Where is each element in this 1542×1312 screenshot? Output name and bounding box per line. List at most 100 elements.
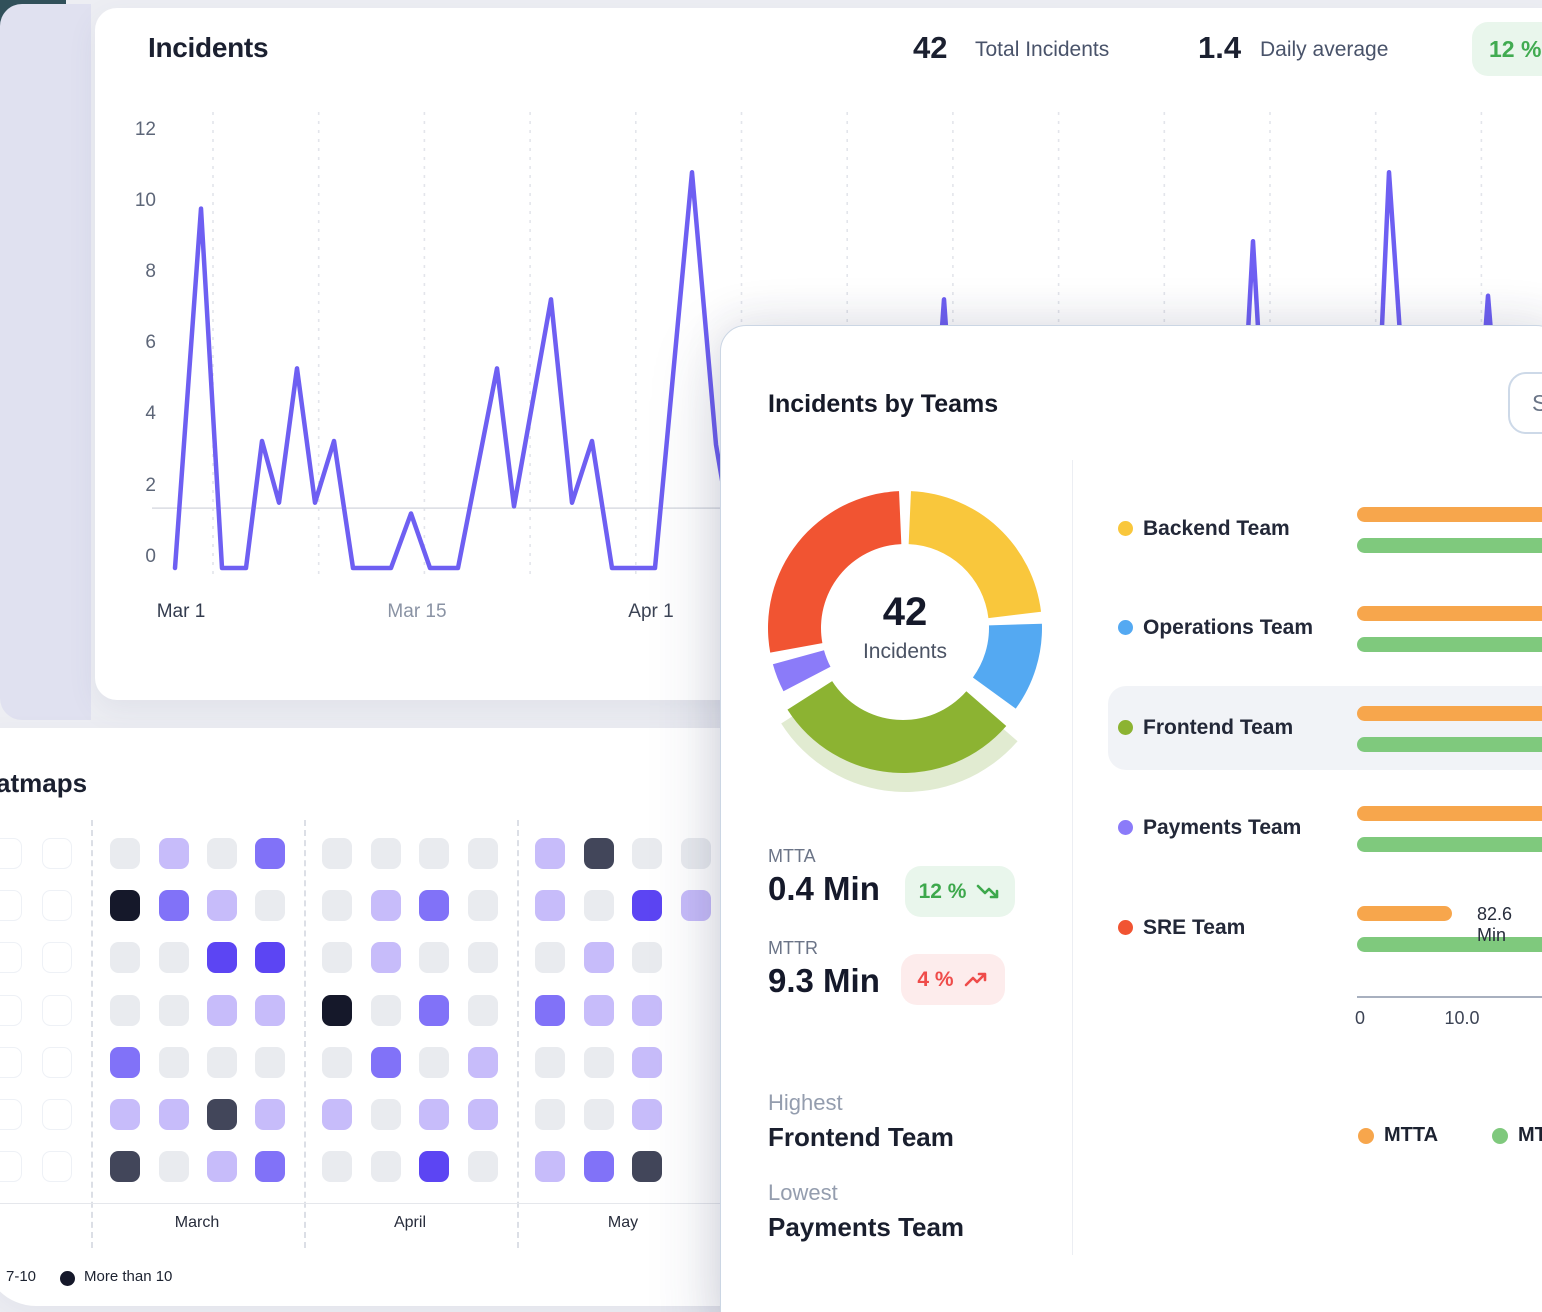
- mttr-bar: [1357, 837, 1542, 852]
- y-axis-tick: 10: [108, 190, 156, 212]
- heatmap-cell: [371, 838, 401, 869]
- heatmap-cell: [468, 942, 498, 973]
- heatmap-cell: [468, 890, 498, 921]
- daily-average-label: Daily average: [1260, 38, 1388, 62]
- total-incidents-label: Total Incidents: [975, 38, 1109, 62]
- mtta-value: 0.4 Min: [768, 870, 880, 908]
- heatmap-cell: [207, 1151, 237, 1182]
- heatmap-cell: [419, 838, 449, 869]
- team-row-frontend-team[interactable]: Frontend Team: [1143, 716, 1293, 740]
- mtta-trend-value: 12 %: [919, 880, 967, 904]
- heatmap-cell: [322, 942, 352, 973]
- incidents-title: Incidents: [148, 32, 268, 64]
- sort-button[interactable]: S: [1508, 372, 1542, 434]
- trend-badge: 12 %: [1472, 22, 1542, 76]
- highest-label: Highest: [768, 1090, 843, 1116]
- team-row-sre-team[interactable]: SRE Team: [1143, 916, 1245, 940]
- heatmap-cell: [110, 995, 140, 1026]
- mttr-value: 9.3 Min: [768, 962, 880, 1000]
- heatmap-cell: [322, 1099, 352, 1130]
- team-row-payments-team[interactable]: Payments Team: [1143, 816, 1301, 840]
- heatmap-cell: [535, 1047, 565, 1078]
- x-axis-tick: Mar 15: [357, 601, 477, 623]
- heatmap-cell: [584, 1047, 614, 1078]
- mtta-bar: [1357, 906, 1452, 921]
- heatmap-month-label: May: [553, 1214, 693, 1232]
- heatmap-cell: [42, 890, 72, 921]
- heatmap-cell: [419, 1047, 449, 1078]
- heatmap-cell: [322, 995, 352, 1026]
- heatmap-cell: [632, 1099, 662, 1130]
- heatmap-month-separator: [304, 820, 306, 1248]
- heatmap-cell: [419, 1099, 449, 1130]
- total-incidents-value: 42: [913, 30, 947, 66]
- heatmap-cell: [681, 838, 711, 869]
- team-dot: [1118, 620, 1133, 635]
- heatmap-cell: [0, 838, 22, 869]
- legend-mttr-label: MTTR: [1518, 1124, 1542, 1147]
- heatmap-cell: [159, 1151, 189, 1182]
- incidents-by-teams-title: Incidents by Teams: [768, 390, 998, 419]
- overlay-divider: [1072, 460, 1073, 1255]
- donut-segment-operations-team[interactable]: [973, 624, 1042, 709]
- y-axis-tick: 2: [108, 475, 156, 497]
- legend-mttr-dot: [1492, 1128, 1508, 1144]
- mtta-label: MTTA: [768, 846, 816, 867]
- team-row-backend-team[interactable]: Backend Team: [1143, 517, 1290, 541]
- heatmap-cell: [255, 1151, 285, 1182]
- heatmap-cell: [255, 1047, 285, 1078]
- y-axis-tick: 8: [108, 261, 156, 283]
- heatmap-month-label: April: [340, 1214, 480, 1232]
- heatmap-cell: [0, 942, 22, 973]
- x-axis-tick: Apr 1: [591, 601, 711, 623]
- mttr-bar: [1357, 637, 1542, 652]
- heatmap-cell: [632, 942, 662, 973]
- heatmap-cell: [584, 890, 614, 921]
- heatmap-cell: [371, 1151, 401, 1182]
- heatmap-cell: [159, 995, 189, 1026]
- mtta-bar: [1357, 806, 1542, 821]
- heatmap-month-separator: [91, 820, 93, 1248]
- heatmap-cell: [535, 1151, 565, 1182]
- heatmap-cell: [632, 1151, 662, 1182]
- team-dot: [1118, 521, 1133, 536]
- heatmap-cell: [207, 890, 237, 921]
- heatmap-cell: [255, 838, 285, 869]
- heatmap-legend-dot: [60, 1271, 75, 1286]
- trend-badge-value: 12 %: [1489, 36, 1541, 63]
- sort-button-label: S: [1532, 390, 1542, 417]
- heatmap-cell: [322, 890, 352, 921]
- heatmap-cell: [584, 942, 614, 973]
- heatmap-month-label: March: [127, 1214, 267, 1232]
- heatmap-cell: [159, 942, 189, 973]
- heatmap-cell: [535, 890, 565, 921]
- mtta-trend-badge: 12 %: [905, 866, 1015, 917]
- heatmap-cell: [110, 1151, 140, 1182]
- donut-segment-payments-team[interactable]: [773, 650, 831, 691]
- bar-value-label: 82.6 Min: [1477, 904, 1542, 946]
- heatmap-cell: [584, 1151, 614, 1182]
- heatmap-cell: [0, 1151, 22, 1182]
- heatmap-cell: [207, 995, 237, 1026]
- heatmap-legend-range: 7-10: [6, 1268, 36, 1285]
- heatmap-cell: [255, 890, 285, 921]
- heatmap-cell: [110, 1099, 140, 1130]
- heatmap-cell: [584, 1099, 614, 1130]
- heatmap-cell: [535, 1099, 565, 1130]
- heatmap-cell: [42, 1099, 72, 1130]
- y-axis-tick: 0: [108, 546, 156, 568]
- heatmap-cell: [110, 1047, 140, 1078]
- team-dot: [1118, 720, 1133, 735]
- dashboard: Incidents 42 Total Incidents 1.4 Daily a…: [0, 0, 1542, 1312]
- heatmap-cell: [159, 1047, 189, 1078]
- legend-mtta-label: MTTA: [1384, 1124, 1438, 1147]
- heatmap-cell: [42, 1047, 72, 1078]
- highest-team: Frontend Team: [768, 1122, 954, 1153]
- heatmap-cell: [255, 995, 285, 1026]
- team-row-operations-team[interactable]: Operations Team: [1143, 616, 1313, 640]
- team-dot: [1118, 920, 1133, 935]
- lowest-label: Lowest: [768, 1180, 838, 1206]
- heatmap-cell: [468, 995, 498, 1026]
- mttr-bar: [1357, 538, 1542, 553]
- heatmap-cell: [42, 1151, 72, 1182]
